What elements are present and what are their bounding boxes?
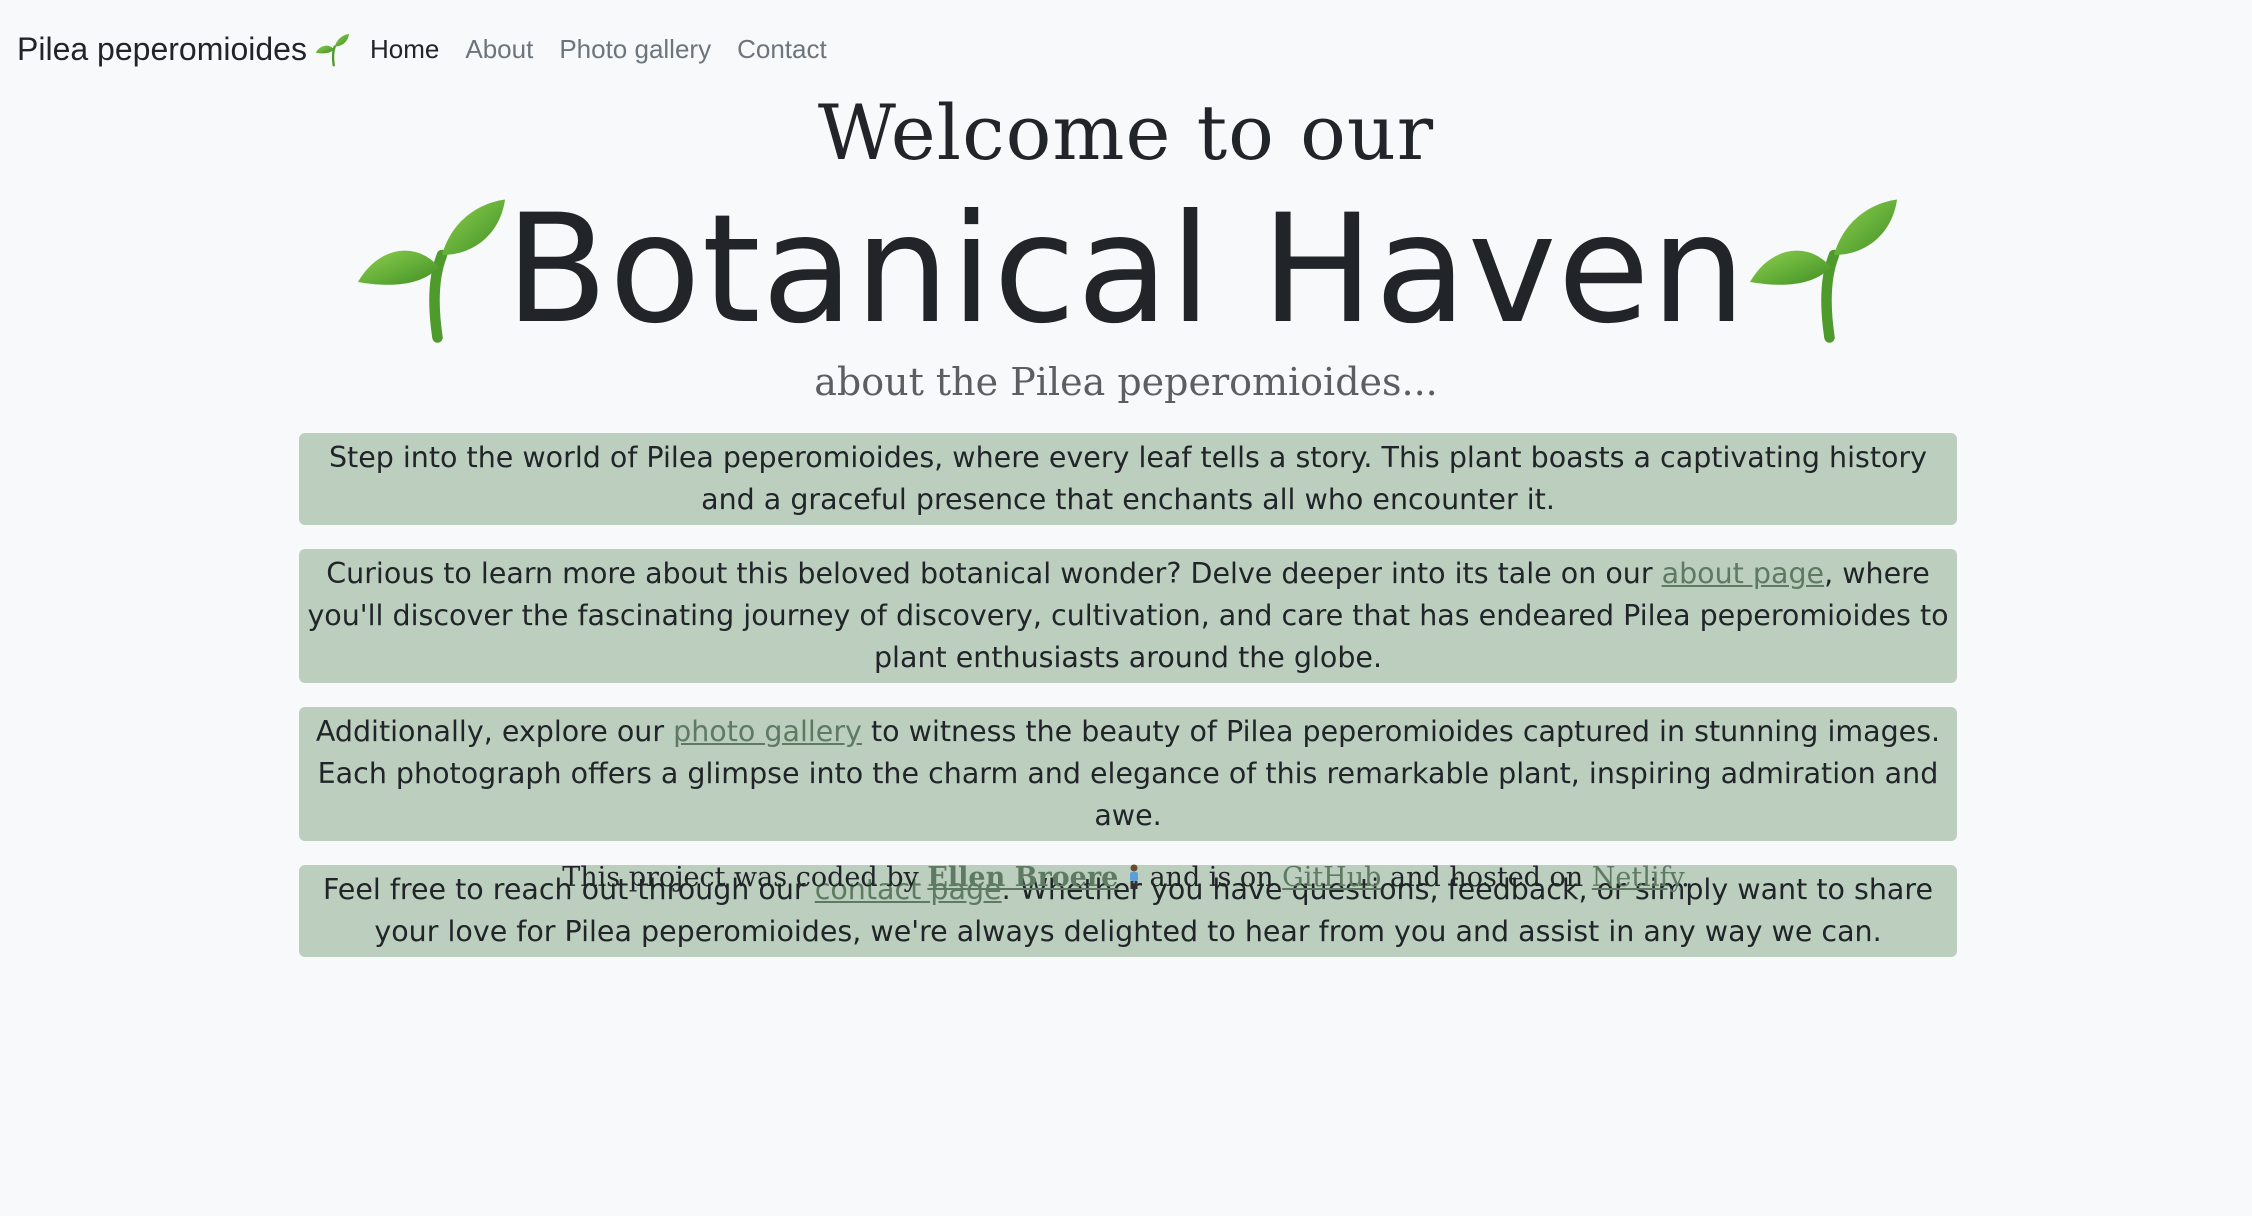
about-text-before: Curious to learn more about this beloved… (326, 557, 1662, 590)
brand-link[interactable]: Pilea peperomioides (17, 31, 349, 68)
about-paragraph: Curious to learn more about this beloved… (299, 549, 1957, 683)
about-page-link[interactable]: about page (1662, 557, 1824, 590)
gallery-paragraph: Additionally, explore our photo gallery … (299, 707, 1957, 841)
author-link[interactable]: Ellen Broere (927, 862, 1118, 893)
navbar: Pilea peperomioides Home About Photo gal… (0, 0, 2252, 100)
footer-text-before: This project was coded by (562, 862, 928, 893)
title-row: Botanical Haven (0, 195, 2252, 345)
subtitle: about the Pilea peperomioides... (814, 360, 1438, 404)
intro-paragraph: Step into the world of Pilea peperomioid… (299, 433, 1957, 525)
photo-gallery-link[interactable]: photo gallery (673, 715, 862, 748)
page-title: Botanical Haven (505, 183, 1747, 357)
netlify-link[interactable]: Netlify (1592, 862, 1681, 893)
sprout-icon-left (355, 195, 505, 345)
nav-photo-gallery-link[interactable]: Photo gallery (559, 34, 711, 65)
footer-text-mid1: and is on (1140, 862, 1283, 893)
content-boxes: Step into the world of Pilea peperomioid… (299, 433, 1957, 981)
nav-contact-link[interactable]: Contact (737, 34, 827, 65)
nav-links: Home About Photo gallery Contact (370, 34, 853, 65)
github-link[interactable]: GitHub (1282, 862, 1381, 893)
brand-name: Pilea peperomioides (17, 31, 307, 67)
person-icon (1127, 864, 1141, 890)
footer-text-mid2: and hosted on (1381, 862, 1592, 893)
footer: This project was coded by Ellen Broere a… (0, 862, 2252, 893)
welcome-heading: Welcome to our (817, 88, 1435, 177)
nav-about-link[interactable]: About (465, 34, 533, 65)
gallery-text-before: Additionally, explore our (315, 715, 674, 748)
sprout-icon-right (1747, 195, 1897, 345)
sprout-icon (315, 33, 349, 67)
nav-home-link[interactable]: Home (370, 34, 439, 65)
intro-text: Step into the world of Pilea peperomioid… (328, 441, 1928, 516)
footer-text-end: . (1681, 862, 1690, 893)
